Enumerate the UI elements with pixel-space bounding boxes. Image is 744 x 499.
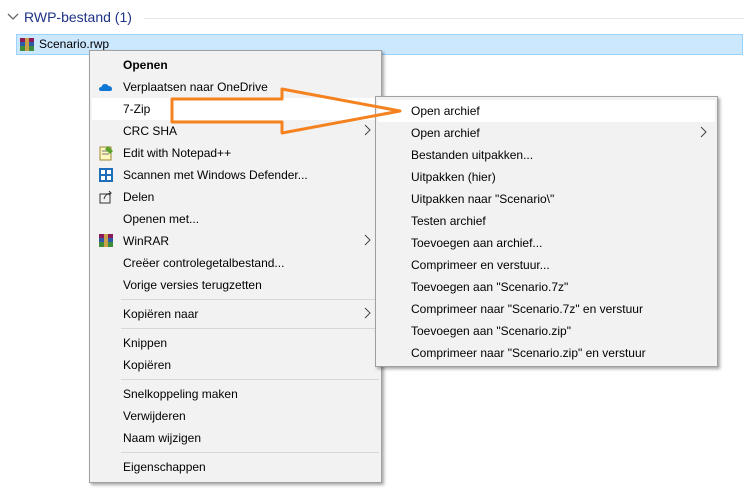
submenu-item-toevoegen-archief[interactable]: Toevoegen aan archief... xyxy=(378,232,715,254)
winrar-icon xyxy=(99,234,113,247)
menu-item-crc-sha[interactable]: CRC SHA xyxy=(92,120,379,142)
menu-item-winrar[interactable]: WinRAR xyxy=(92,230,379,252)
submenu-item-comprimeer-verstuur[interactable]: Comprimeer en verstuur... xyxy=(378,254,715,276)
group-header[interactable]: RWP-bestand (1) xyxy=(4,7,744,29)
windows-defender-icon xyxy=(99,168,113,182)
submenu-item-comprimeer-7z-verstuur[interactable]: Comprimeer naar "Scenario.7z" en verstuu… xyxy=(378,298,715,320)
submenu-item-open-archief-more[interactable]: Open archief xyxy=(378,122,715,144)
notepad-plus-plus-icon xyxy=(99,146,113,161)
submenu-item-uitpakken-hier[interactable]: Uitpakken (hier) xyxy=(378,166,715,188)
menu-item-7zip[interactable]: 7-Zip xyxy=(92,98,379,120)
submenu-item-bestanden-uitpakken[interactable]: Bestanden uitpakken... xyxy=(378,144,715,166)
menu-item-onedrive[interactable]: Verplaatsen naar OneDrive xyxy=(92,76,379,98)
menu-separator xyxy=(121,299,379,300)
onedrive-icon xyxy=(99,84,112,91)
submenu-item-open-archief[interactable]: Open archief xyxy=(378,100,715,122)
group-divider xyxy=(144,18,744,19)
share-icon xyxy=(99,190,113,204)
file-name: Scenario.rwp xyxy=(39,37,110,51)
menu-item-naam-wijzigen[interactable]: Naam wijzigen xyxy=(92,427,379,449)
chevron-right-icon xyxy=(364,307,371,319)
7zip-submenu: Open archief Open archief Bestanden uitp… xyxy=(375,96,718,367)
group-title: RWP-bestand (1) xyxy=(24,9,132,25)
submenu-item-comprimeer-zip-verstuur[interactable]: Comprimeer naar "Scenario.zip" en verstu… xyxy=(378,342,715,364)
winrar-file-icon xyxy=(20,38,34,51)
menu-item-notepad[interactable]: Edit with Notepad++ xyxy=(92,142,379,164)
chevron-right-icon xyxy=(364,234,371,246)
menu-separator xyxy=(121,379,379,380)
submenu-item-uitpakken-naar[interactable]: Uitpakken naar "Scenario\" xyxy=(378,188,715,210)
menu-item-openen[interactable]: Openen xyxy=(92,54,379,76)
menu-separator xyxy=(121,452,379,453)
menu-item-openen-met[interactable]: Openen met... xyxy=(92,208,379,230)
menu-item-eigenschappen[interactable]: Eigenschappen xyxy=(92,456,379,478)
submenu-item-toevoegen-7z[interactable]: Toevoegen aan "Scenario.7z" xyxy=(378,276,715,298)
menu-item-controlegetal[interactable]: Creëer controlegetalbestand... xyxy=(92,252,379,274)
menu-item-defender[interactable]: Scannen met Windows Defender... xyxy=(92,164,379,186)
submenu-item-toevoegen-zip[interactable]: Toevoegen aan "Scenario.zip" xyxy=(378,320,715,342)
menu-separator xyxy=(121,328,379,329)
submenu-item-testen-archief[interactable]: Testen archief xyxy=(378,210,715,232)
menu-item-verwijderen[interactable]: Verwijderen xyxy=(92,405,379,427)
menu-item-vorige-versies[interactable]: Vorige versies terugzetten xyxy=(92,274,379,296)
chevron-right-icon xyxy=(364,124,371,136)
menu-item-delen[interactable]: Delen xyxy=(92,186,379,208)
chevron-down-icon[interactable] xyxy=(6,10,20,24)
menu-item-kopieren-naar[interactable]: Kopiëren naar xyxy=(92,303,379,325)
menu-item-knippen[interactable]: Knippen xyxy=(92,332,379,354)
chevron-right-icon xyxy=(700,126,707,138)
menu-item-kopieren[interactable]: Kopiëren xyxy=(92,354,379,376)
context-menu: Openen Verplaatsen naar OneDrive 7-Zip C… xyxy=(89,50,382,483)
menu-item-snelkoppeling[interactable]: Snelkoppeling maken xyxy=(92,383,379,405)
